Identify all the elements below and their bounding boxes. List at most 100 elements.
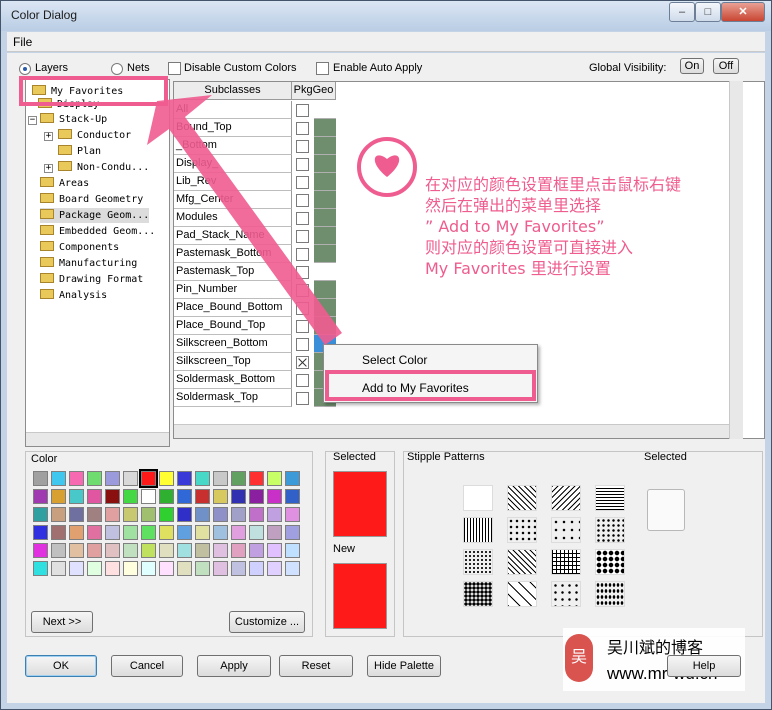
color-swatch[interactable] xyxy=(177,525,192,540)
color-swatch[interactable] xyxy=(267,471,282,486)
color-swatch[interactable] xyxy=(267,507,282,522)
color-swatch[interactable] xyxy=(87,543,102,558)
color-swatch[interactable] xyxy=(69,561,84,576)
color-swatch[interactable] xyxy=(213,561,228,576)
color-swatch[interactable] xyxy=(285,507,300,522)
color-swatch[interactable] xyxy=(195,507,210,522)
color-swatch[interactable] xyxy=(87,525,102,540)
color-swatch[interactable] xyxy=(213,543,228,558)
color-swatch[interactable] xyxy=(285,525,300,540)
color-swatch[interactable] xyxy=(267,543,282,558)
color-swatch[interactable] xyxy=(285,489,300,504)
color-swatch[interactable] xyxy=(195,561,210,576)
color-swatch[interactable] xyxy=(141,489,156,504)
color-swatch[interactable] xyxy=(123,543,138,558)
color-swatch[interactable] xyxy=(267,489,282,504)
cancel-button[interactable]: Cancel xyxy=(111,655,183,677)
stipple-pattern[interactable] xyxy=(463,517,493,543)
color-swatch[interactable] xyxy=(195,525,210,540)
color-swatch[interactable] xyxy=(177,489,192,504)
color-swatch[interactable] xyxy=(123,561,138,576)
color-swatch[interactable] xyxy=(105,561,120,576)
color-swatch[interactable] xyxy=(69,525,84,540)
help-button[interactable]: Help xyxy=(667,655,741,677)
color-swatch[interactable] xyxy=(231,543,246,558)
color-swatch[interactable] xyxy=(231,507,246,522)
color-swatch[interactable] xyxy=(285,471,300,486)
color-swatch[interactable] xyxy=(33,489,48,504)
color-swatch[interactable] xyxy=(33,543,48,558)
color-swatch[interactable] xyxy=(249,507,264,522)
color-swatch[interactable] xyxy=(105,471,120,486)
color-swatch[interactable] xyxy=(231,489,246,504)
color-swatch[interactable] xyxy=(249,525,264,540)
color-swatch[interactable] xyxy=(69,489,84,504)
color-swatch[interactable] xyxy=(195,489,210,504)
color-swatch[interactable] xyxy=(231,525,246,540)
color-swatch[interactable] xyxy=(87,561,102,576)
stipple-pattern[interactable] xyxy=(595,581,625,607)
color-swatch[interactable] xyxy=(213,489,228,504)
color-swatch[interactable] xyxy=(141,507,156,522)
stipple-pattern[interactable] xyxy=(595,485,625,511)
hide-palette-button[interactable]: Hide Palette xyxy=(367,655,441,677)
color-swatch[interactable] xyxy=(51,489,66,504)
minimize-button[interactable]: – xyxy=(669,2,695,22)
color-swatch[interactable] xyxy=(87,489,102,504)
color-swatch[interactable] xyxy=(141,561,156,576)
color-swatch[interactable] xyxy=(267,561,282,576)
color-swatch[interactable] xyxy=(267,525,282,540)
color-swatch[interactable] xyxy=(177,507,192,522)
color-swatch[interactable] xyxy=(159,561,174,576)
color-swatch[interactable] xyxy=(33,471,48,486)
menu-file[interactable]: File xyxy=(13,35,32,49)
color-swatch[interactable] xyxy=(231,471,246,486)
color-swatch[interactable] xyxy=(249,561,264,576)
color-swatch[interactable] xyxy=(87,507,102,522)
maximize-button[interactable]: □ xyxy=(695,2,721,22)
color-swatch[interactable] xyxy=(159,543,174,558)
color-swatch[interactable] xyxy=(123,489,138,504)
color-swatch[interactable] xyxy=(285,543,300,558)
color-swatch[interactable] xyxy=(177,471,192,486)
color-swatch[interactable] xyxy=(249,471,264,486)
color-swatch[interactable] xyxy=(51,507,66,522)
close-button[interactable]: ✕ xyxy=(721,2,765,22)
next-button[interactable]: Next >> xyxy=(31,611,93,633)
reset-button[interactable]: Reset xyxy=(279,655,353,677)
color-swatch[interactable] xyxy=(249,489,264,504)
color-swatch[interactable] xyxy=(213,471,228,486)
color-swatch[interactable] xyxy=(123,507,138,522)
color-swatch[interactable] xyxy=(177,543,192,558)
stipple-pattern[interactable] xyxy=(507,581,537,607)
color-swatch[interactable] xyxy=(69,471,84,486)
color-swatch[interactable] xyxy=(141,543,156,558)
color-swatch[interactable] xyxy=(139,469,158,488)
stipple-pattern[interactable] xyxy=(463,485,493,511)
stipple-pattern[interactable] xyxy=(551,517,581,543)
color-swatch[interactable] xyxy=(51,543,66,558)
stipple-pattern[interactable] xyxy=(551,485,581,511)
color-swatch[interactable] xyxy=(213,525,228,540)
color-swatch[interactable] xyxy=(69,543,84,558)
color-swatch[interactable] xyxy=(105,507,120,522)
stipple-pattern[interactable] xyxy=(551,549,581,575)
color-swatch[interactable] xyxy=(159,525,174,540)
customize-button[interactable]: Customize ... xyxy=(229,611,305,633)
color-swatch[interactable] xyxy=(105,489,120,504)
stipple-pattern[interactable] xyxy=(595,517,625,543)
stipple-pattern[interactable] xyxy=(507,549,537,575)
color-swatch[interactable] xyxy=(51,471,66,486)
stipple-pattern[interactable] xyxy=(463,581,493,607)
color-swatch[interactable] xyxy=(195,471,210,486)
stipple-pattern[interactable] xyxy=(463,549,493,575)
apply-button[interactable]: Apply xyxy=(197,655,271,677)
color-swatch[interactable] xyxy=(213,507,228,522)
color-swatch[interactable] xyxy=(123,471,138,486)
color-swatch[interactable] xyxy=(159,489,174,504)
color-swatch[interactable] xyxy=(105,543,120,558)
color-swatch[interactable] xyxy=(105,525,120,540)
color-swatch[interactable] xyxy=(69,507,84,522)
color-swatch[interactable] xyxy=(141,525,156,540)
stipple-pattern[interactable] xyxy=(507,485,537,511)
